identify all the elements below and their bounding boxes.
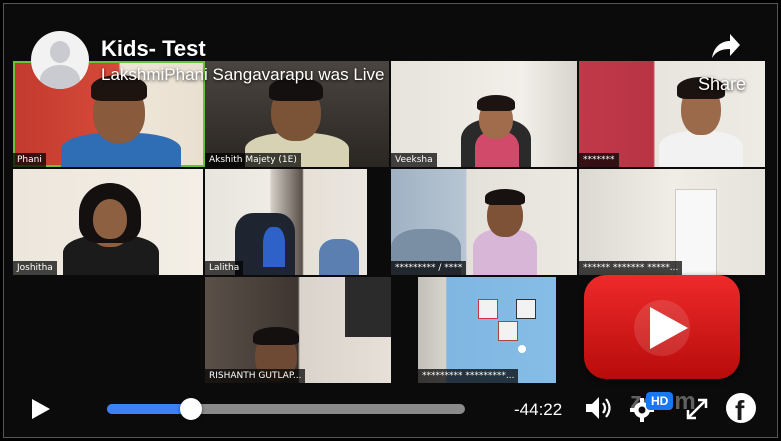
live-status-subtitle[interactable]: LakshmiPhani Sangavarapu was Live <box>101 65 385 85</box>
participant-name: Veeksha <box>391 153 437 167</box>
play-overlay-button[interactable] <box>584 275 740 379</box>
participant-name: ********* / **** <box>391 261 467 275</box>
expand-icon[interactable] <box>684 396 710 422</box>
participant-tile: Lalitha <box>205 169 367 275</box>
video-title[interactable]: Kids- Test <box>101 36 206 62</box>
seek-handle[interactable] <box>180 398 203 420</box>
participant-name: ****** ******* *****... <box>579 261 683 275</box>
hd-badge[interactable]: HD <box>646 392 674 410</box>
seek-progress <box>107 404 192 414</box>
participant-name: Akshith Majety (1E) <box>205 153 301 167</box>
participant-name: ********* *********... <box>418 369 519 383</box>
share-arrow-icon[interactable] <box>708 30 742 62</box>
participant-tile: ****** ******* *****... <box>579 169 765 275</box>
play-icon <box>634 300 690 356</box>
participant-tile: Veeksha <box>391 61 577 167</box>
participant-name: Joshitha <box>13 261 57 275</box>
participant-tile: ********* *********... <box>418 277 556 383</box>
participant-name: Phani <box>13 153 46 167</box>
participant-name: RISHANTH GUTLAP... <box>205 369 306 383</box>
time-remaining: -44:22 <box>514 400 563 419</box>
facebook-glyph: f <box>735 395 745 424</box>
avatar[interactable] <box>31 31 89 89</box>
facebook-icon[interactable]: f <box>726 393 756 423</box>
participant-tile: Joshitha <box>13 169 203 275</box>
participant-name: Lalitha <box>205 261 244 275</box>
participant-tile: ********* / **** <box>391 169 577 275</box>
participant-name: ******* <box>579 153 619 167</box>
seek-bar[interactable] <box>107 398 465 420</box>
participant-tile: RISHANTH GUTLAP... <box>205 277 391 383</box>
play-icon[interactable] <box>28 397 52 421</box>
share-button[interactable]: Share <box>698 74 746 95</box>
video-player[interactable]: Phani Akshith Majety (1E) Veeksha ******… <box>3 3 778 438</box>
volume-icon[interactable] <box>584 394 614 422</box>
